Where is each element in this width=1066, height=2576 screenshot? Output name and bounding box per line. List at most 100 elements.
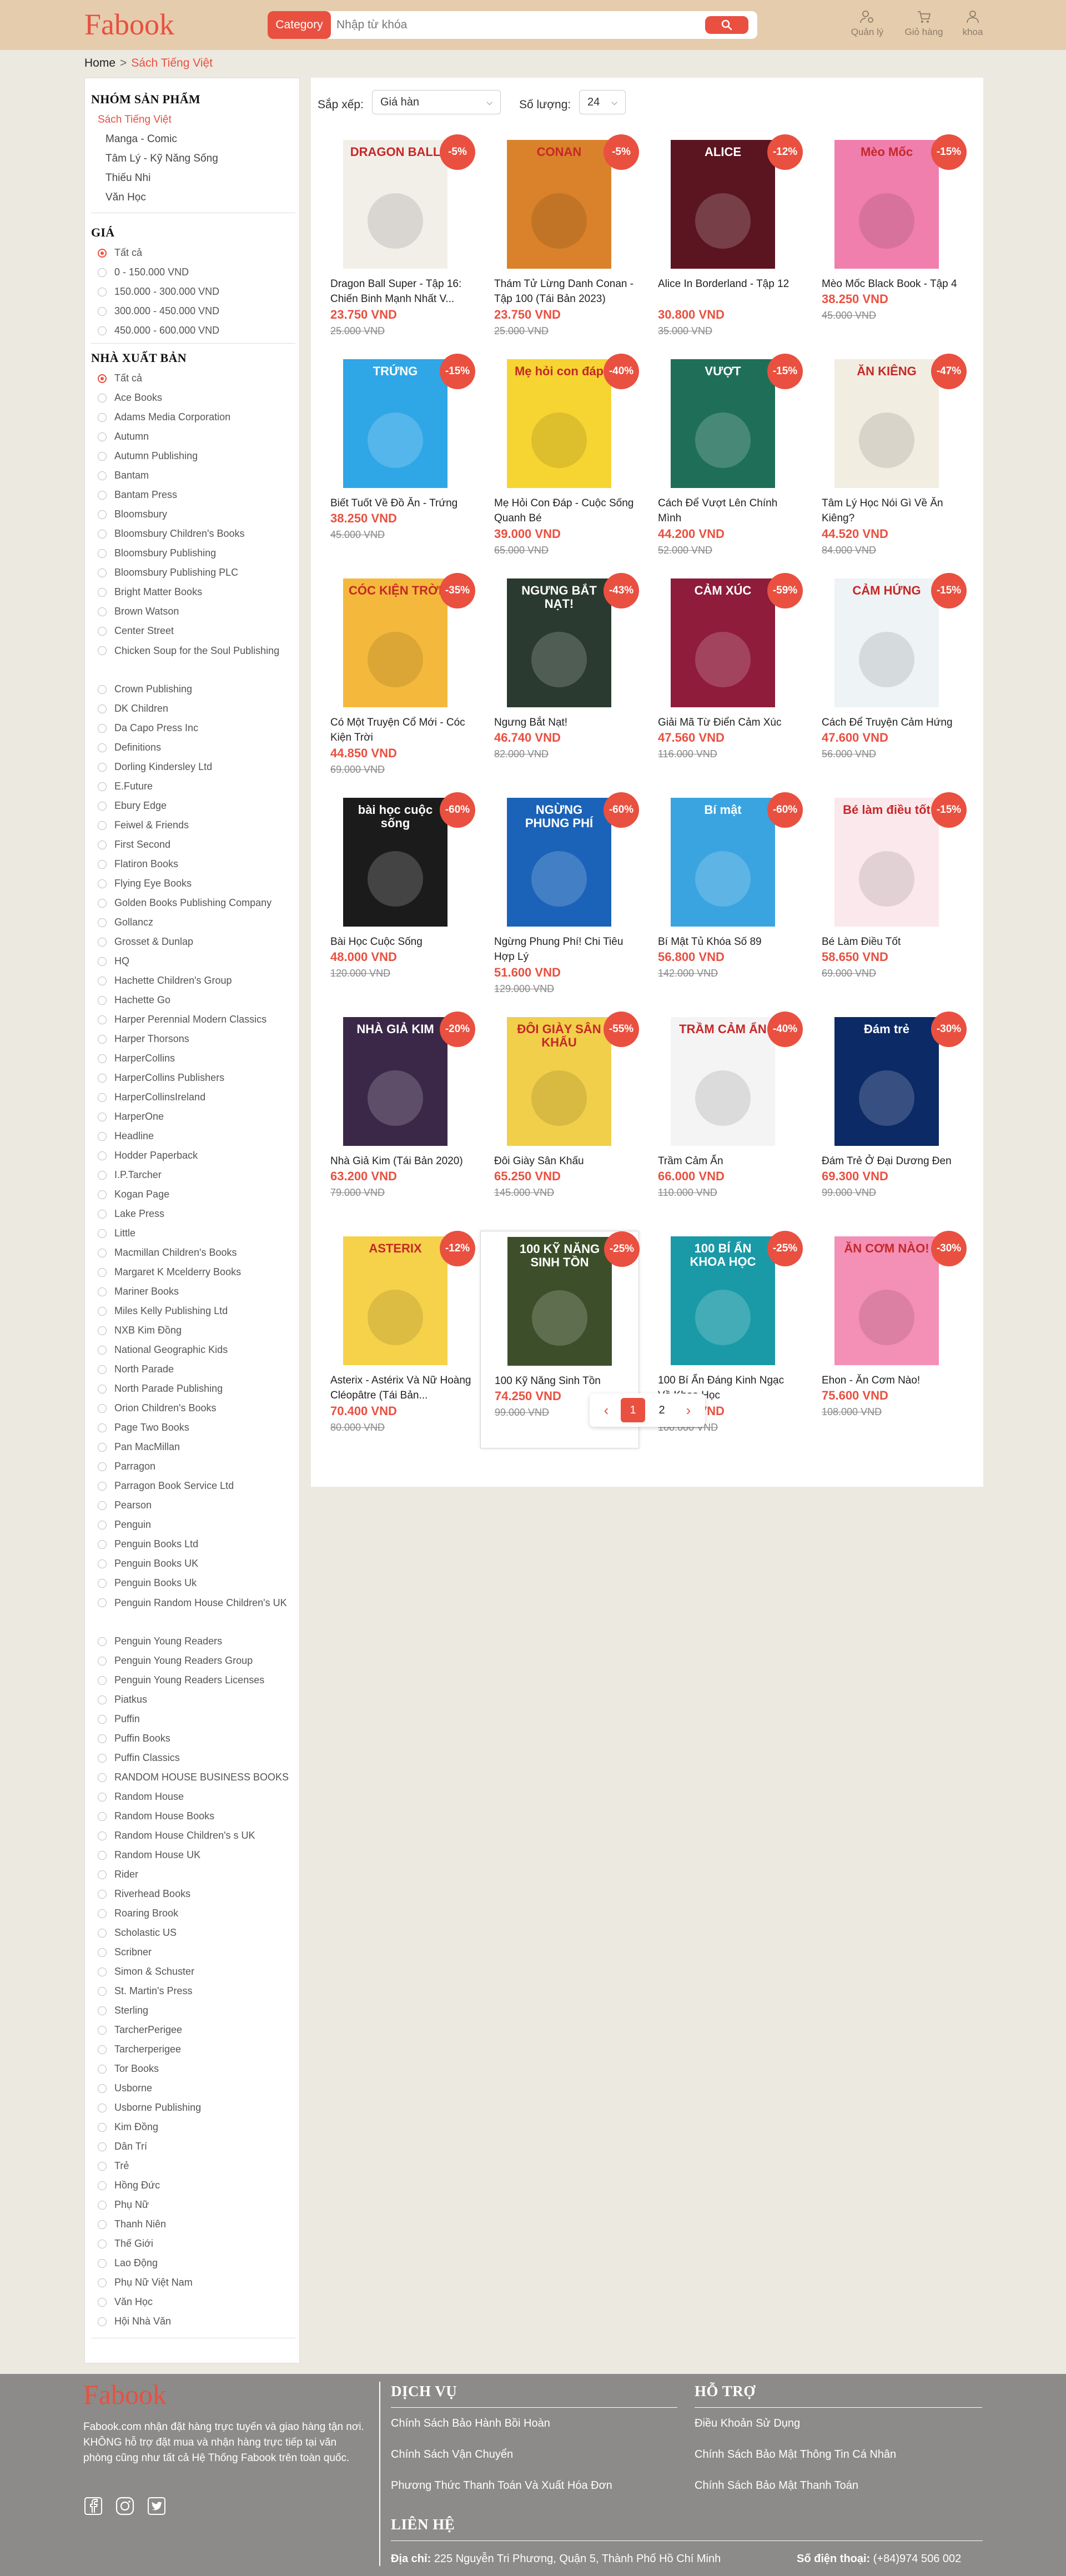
radio-button[interactable]	[98, 1190, 107, 1199]
prev-page-button[interactable]: ‹	[594, 1398, 619, 1422]
radio-button[interactable]	[98, 326, 107, 335]
twitter-icon[interactable]	[147, 2496, 167, 2516]
product-name[interactable]: Có Một Truyện Cổ Mới - Cóc Kiện Trời	[330, 715, 471, 745]
product-name[interactable]: Cách Để Vượt Lên Chính Mình	[658, 496, 799, 526]
radio-button[interactable]	[98, 1287, 107, 1296]
radio-button[interactable]	[98, 2220, 107, 2229]
service-link-warranty[interactable]: Chính Sách Bảo Hành Bồi Hoàn	[391, 2417, 550, 2430]
radio-button[interactable]	[98, 1521, 107, 1530]
radio-button[interactable]	[98, 1151, 107, 1160]
radio-button[interactable]	[98, 646, 107, 655]
radio-button[interactable]	[98, 1909, 107, 1918]
radio-button[interactable]	[98, 530, 107, 539]
publisher-option[interactable]: Golden Books Publishing Company	[91, 893, 294, 913]
radio-button[interactable]	[98, 2084, 107, 2093]
product-name[interactable]: Bí Mật Tủ Khóa Số 89	[658, 934, 799, 949]
product-name[interactable]: Alice In Borderland - Tập 12	[658, 276, 799, 291]
product-card[interactable]: Bí mật -60% Bí Mật Tủ Khóa Số 89 56.800 VND…	[644, 792, 803, 1010]
facebook-icon[interactable]	[83, 2496, 103, 2516]
publisher-option[interactable]: Flying Eye Books	[91, 874, 294, 893]
publisher-option[interactable]: Ace Books	[91, 388, 294, 407]
publisher-option[interactable]: HQ	[91, 952, 294, 971]
product-name[interactable]: Ngừng Phung Phí! Chi Tiêu Hợp Lý	[494, 934, 635, 964]
publisher-option[interactable]: North Parade Publishing	[91, 1379, 294, 1398]
publisher-option[interactable]: Autumn	[91, 427, 294, 446]
publisher-option[interactable]: Random House UK	[91, 1845, 294, 1865]
publisher-option[interactable]: National Geographic Kids	[91, 1340, 294, 1360]
publisher-option[interactable]: Grosset & Dunlap	[91, 932, 294, 952]
publisher-option[interactable]: Usborne Publishing	[91, 2098, 294, 2117]
radio-button[interactable]	[98, 1054, 107, 1063]
publisher-option[interactable]: Hachette Children's Group	[91, 971, 294, 990]
site-logo[interactable]: Fabook	[84, 8, 174, 41]
publisher-option[interactable]: Dorling Kindersley Ltd	[91, 757, 294, 777]
radio-button[interactable]	[98, 996, 107, 1005]
radio-button[interactable]	[98, 1423, 107, 1432]
publisher-option[interactable]: Harper Perennial Modern Classics	[91, 1010, 294, 1029]
radio-button[interactable]	[98, 1171, 107, 1180]
radio-button[interactable]	[98, 1268, 107, 1277]
sort-select[interactable]: Giá hàn ⌵	[372, 90, 501, 114]
product-card[interactable]: CÓC KIỆN TRỜI -35% Có Một Truyện Cổ Mới - …	[316, 573, 475, 791]
publisher-option[interactable]: RANDOM HOUSE BUSINESS BOOKS	[91, 1768, 294, 1787]
radio-button[interactable]	[98, 899, 107, 908]
radio-button[interactable]	[98, 957, 107, 966]
publisher-option[interactable]: Lake Press	[91, 1204, 294, 1224]
product-card[interactable]: Bé làm điều tốt -15% Bé Làm Điều Tốt 58.650…	[808, 792, 967, 1010]
radio-button[interactable]	[98, 2298, 107, 2307]
product-card[interactable]: CẢM XÚC -59% Giải Mã Từ Điển Cảm Xúc 47.560…	[644, 573, 803, 791]
book-cover-image[interactable]: 100 KỸ NĂNG SINH TỒN	[507, 1237, 612, 1366]
publisher-option[interactable]: Rider	[91, 1865, 294, 1884]
book-cover-image[interactable]: CẢM HỨNG	[834, 578, 939, 707]
publisher-option[interactable]: Margaret K Mcelderry Books	[91, 1262, 294, 1282]
page-button-1[interactable]: 1	[621, 1398, 645, 1422]
radio-button[interactable]	[98, 1443, 107, 1452]
price-option[interactable]: Tất cả	[91, 243, 294, 263]
product-name[interactable]: Dragon Ball Super - Tập 16: Chiến Binh M…	[330, 276, 471, 306]
product-card[interactable]: NGỪNG PHUNG PHÍ -60% Ngừng Phung Phí! Chi …	[480, 792, 639, 1010]
footer-logo[interactable]: Fabook	[83, 2378, 167, 2411]
radio-button[interactable]	[98, 1812, 107, 1821]
book-cover-image[interactable]: DRAGON BALL	[343, 140, 447, 269]
radio-button[interactable]	[98, 782, 107, 791]
publisher-option[interactable]: Page Two Books	[91, 1418, 294, 1437]
radio-button[interactable]	[98, 1540, 107, 1549]
publisher-option[interactable]: Tất cả	[91, 369, 294, 388]
radio-button[interactable]	[98, 432, 107, 441]
radio-button[interactable]	[98, 568, 107, 577]
radio-button[interactable]	[98, 879, 107, 888]
publisher-option[interactable]: St. Martin's Press	[91, 1981, 294, 2001]
book-cover-image[interactable]: NGỪNG PHUNG PHÍ	[507, 798, 611, 927]
product-name[interactable]: Mèo Mốc Black Book - Tập 4	[822, 276, 963, 291]
radio-button[interactable]	[98, 1579, 107, 1588]
radio-button[interactable]	[98, 288, 107, 296]
radio-button[interactable]	[98, 1326, 107, 1335]
book-cover-image[interactable]: Bé làm điều tốt	[834, 798, 939, 927]
radio-button[interactable]	[98, 938, 107, 947]
product-name[interactable]: 100 Kỹ Năng Sinh Tồn	[495, 1373, 636, 1388]
book-cover-image[interactable]: CONAN	[507, 140, 611, 269]
book-cover-image[interactable]: Đám trẻ	[834, 1017, 939, 1146]
radio-button[interactable]	[98, 1870, 107, 1879]
radio-button[interactable]	[98, 705, 107, 713]
publisher-option[interactable]: Bloomsbury Publishing	[91, 544, 294, 563]
publisher-option[interactable]: Kogan Page	[91, 1185, 294, 1204]
radio-button[interactable]	[98, 2142, 107, 2151]
publisher-option[interactable]: Penguin Young Readers Licenses	[91, 1671, 294, 1690]
radio-button[interactable]	[98, 1346, 107, 1355]
publisher-option[interactable]: Dân Trí	[91, 2137, 294, 2156]
book-cover-image[interactable]: VƯỢT	[671, 359, 775, 488]
book-cover-image[interactable]: bài học cuộc sống	[343, 798, 447, 927]
radio-button[interactable]	[98, 2026, 107, 2035]
publisher-option[interactable]: Random House Books	[91, 1807, 294, 1826]
publisher-option[interactable]: Hodder Paperback	[91, 1146, 294, 1165]
publisher-option[interactable]: Harper Thorsons	[91, 1029, 294, 1049]
product-name[interactable]: Đôi Giày Sân Khấu	[494, 1154, 635, 1169]
product-name[interactable]: Bé Làm Điều Tốt	[822, 934, 963, 949]
search-button[interactable]	[705, 16, 748, 34]
product-card[interactable]: ASTERIX -12% Asterix - Astérix Và Nữ Hoàng…	[316, 1231, 475, 1448]
price-option[interactable]: 450.000 - 600.000 VND	[91, 321, 294, 340]
publisher-option[interactable]: First Second	[91, 835, 294, 854]
book-cover-image[interactable]: Mẹ hỏi con đáp	[507, 359, 611, 488]
publisher-option[interactable]: Penguin Books Uk	[91, 1573, 294, 1593]
